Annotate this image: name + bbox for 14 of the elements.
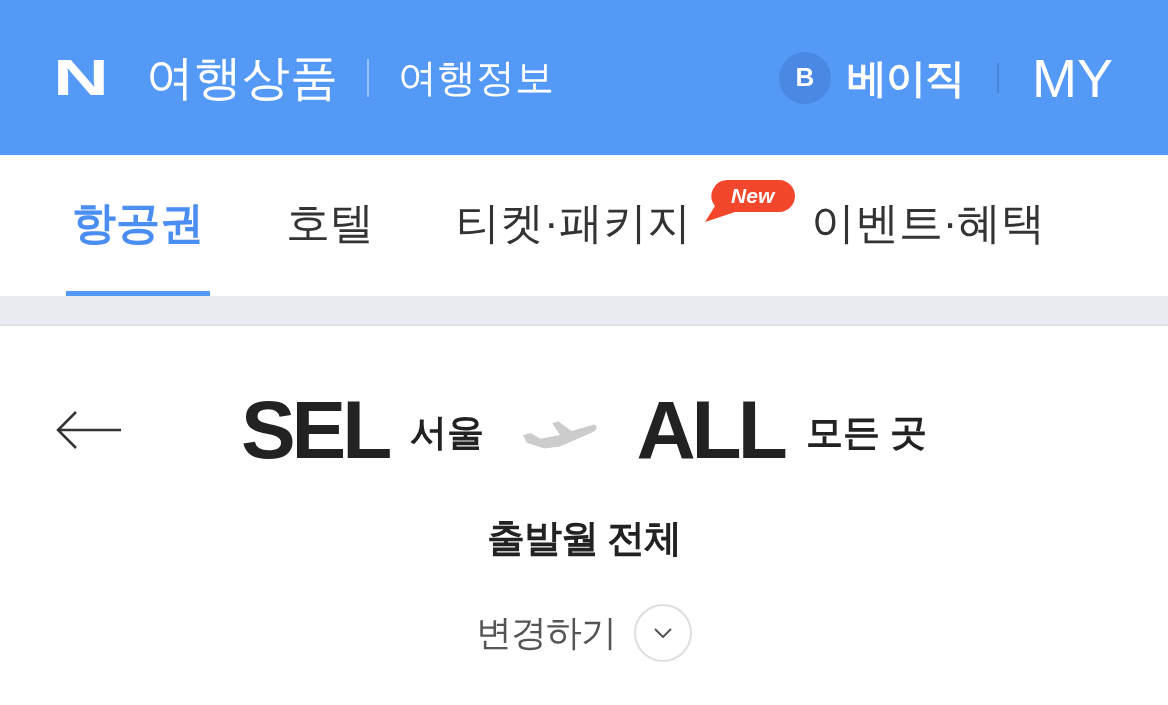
back-button[interactable] [55,410,123,450]
change-button[interactable]: 변경하기 [476,610,616,656]
back-arrow-icon [55,410,123,450]
departure-month: 출발월 전체 [486,516,682,561]
new-badge: New [704,180,795,222]
destination-code[interactable]: ALL [636,388,784,472]
membership-badge: B [779,51,831,104]
nav-tab[interactable]: 이벤트·혜택 [804,155,1052,296]
origin-city[interactable]: 서울 [410,411,485,455]
nav-tab[interactable]: 티켓·패키지 [450,155,697,296]
nav-tab[interactable]: 호텔 [280,155,380,296]
origin-code[interactable]: SEL [240,388,389,472]
destination-city[interactable]: 모든 곳 [805,411,928,455]
chevron-icon [654,628,672,638]
